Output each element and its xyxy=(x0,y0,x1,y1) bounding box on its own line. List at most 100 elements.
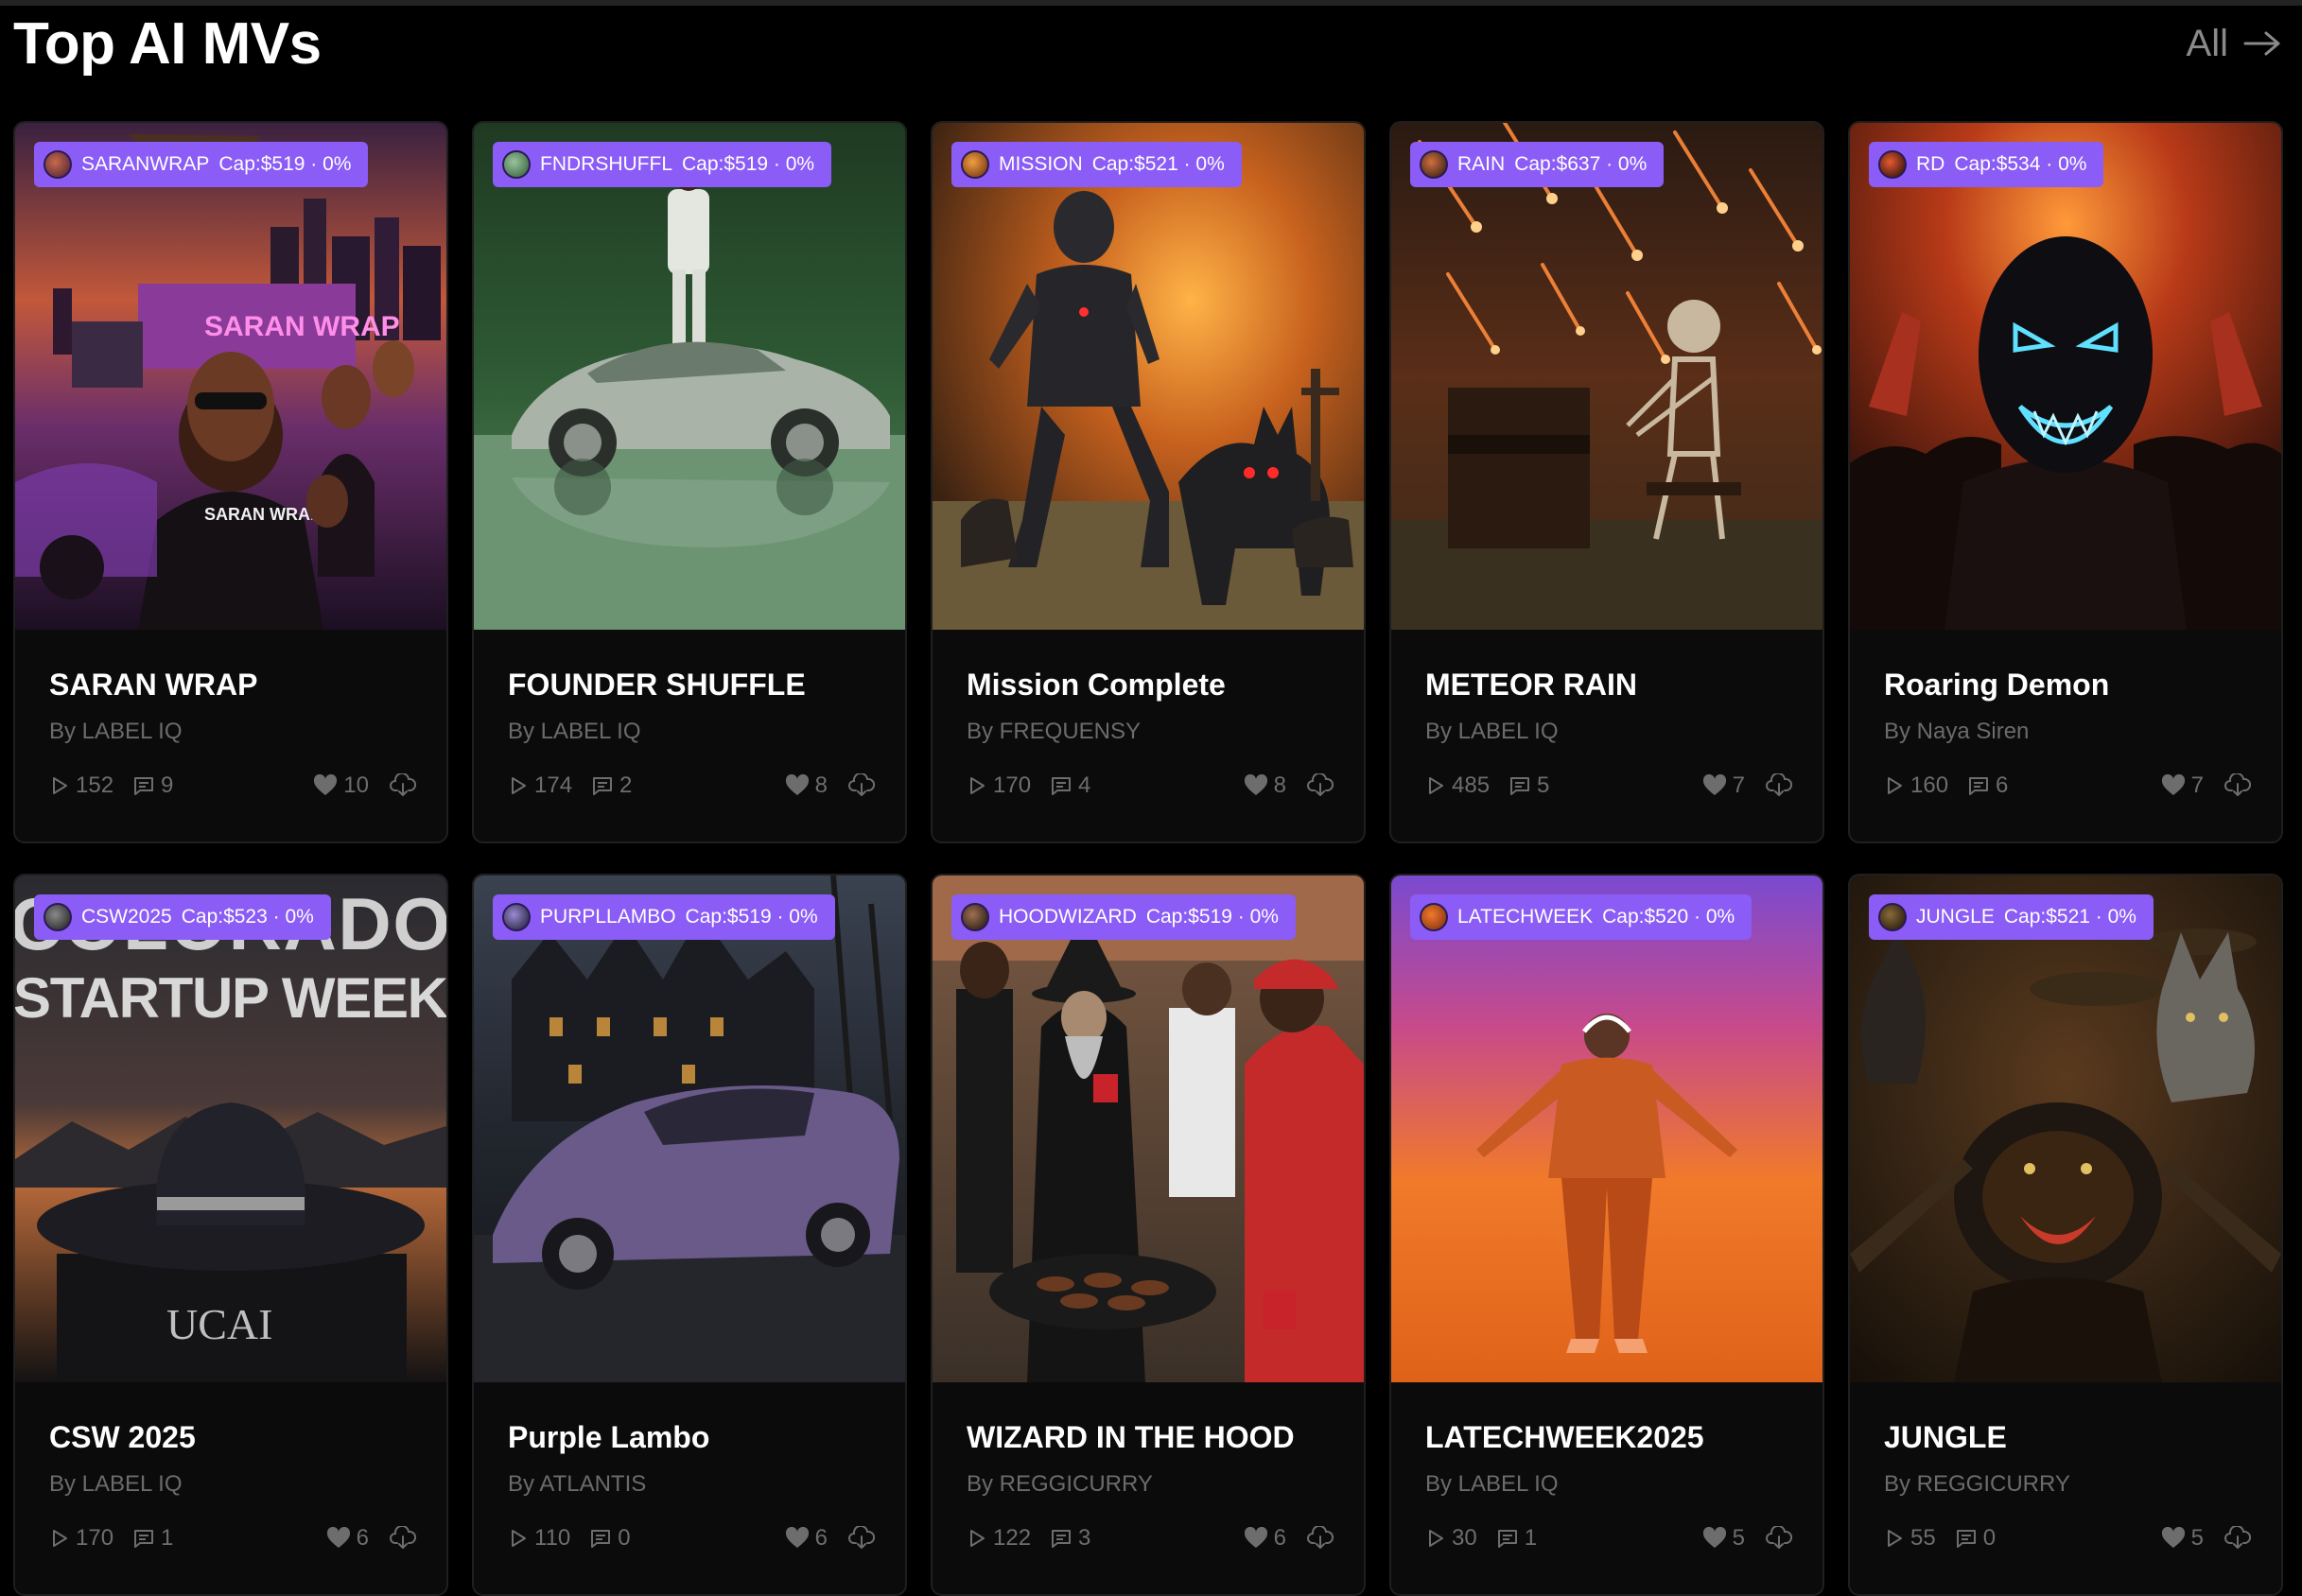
mv-thumbnail[interactable]: JUNGLE Cap:$521 · 0% xyxy=(1850,876,2281,1382)
mv-title[interactable]: JUNGLE xyxy=(1884,1422,2007,1452)
download-icon xyxy=(2224,773,2251,798)
download-button[interactable] xyxy=(2224,1526,2251,1551)
mv-title[interactable]: Mission Complete xyxy=(967,669,1226,700)
mv-author[interactable]: By FREQUENSY xyxy=(967,720,1141,743)
comment-count[interactable]: 1 xyxy=(132,1525,173,1552)
mv-author[interactable]: By REGGICURRY xyxy=(967,1473,1153,1496)
token-badge[interactable]: PURPLLAMBO Cap:$519 · 0% xyxy=(493,894,835,940)
like-button[interactable]: 10 xyxy=(313,772,369,799)
download-icon xyxy=(848,773,875,798)
mv-title[interactable]: LATECHWEEK2025 xyxy=(1425,1422,1704,1452)
mv-card[interactable]: PURPLLAMBO Cap:$519 · 0% Purple Lambo By… xyxy=(472,874,907,1596)
token-badge[interactable]: RAIN Cap:$637 · 0% xyxy=(1410,142,1665,187)
mv-author[interactable]: By LABEL IQ xyxy=(49,720,183,743)
mv-thumbnail[interactable]: SARAN WRAP SARAN WRAP SARANWRAP Cap:$519… xyxy=(15,123,446,630)
like-button[interactable]: 6 xyxy=(785,1525,828,1552)
download-button[interactable] xyxy=(390,773,416,798)
mv-title[interactable]: FOUNDER SHUFFLE xyxy=(508,669,806,700)
mv-thumbnail[interactable]: COLORADO STARTUP WEEK UCAI CSW2025 Cap:$… xyxy=(15,876,446,1382)
token-symbol: RD xyxy=(1916,153,1945,175)
download-button[interactable] xyxy=(1766,1526,1792,1551)
like-button[interactable]: 5 xyxy=(1702,1525,1745,1552)
mv-author[interactable]: By LABEL IQ xyxy=(1425,720,1559,743)
like-button[interactable]: 7 xyxy=(1702,772,1745,799)
comment-icon xyxy=(1496,1528,1519,1549)
comment-count[interactable]: 0 xyxy=(589,1525,631,1552)
mv-card[interactable]: HOODWIZARD Cap:$519 · 0% WIZARD IN THE H… xyxy=(931,874,1366,1596)
heart-icon xyxy=(2161,774,2186,797)
like-button[interactable]: 5 xyxy=(2161,1525,2204,1552)
mv-card[interactable]: LATECHWEEK Cap:$520 · 0% LATECHWEEK2025 … xyxy=(1389,874,1824,1596)
view-all-link[interactable]: All xyxy=(2187,25,2281,62)
mv-card[interactable]: JUNGLE Cap:$521 · 0% JUNGLE By REGGICURR… xyxy=(1848,874,2283,1596)
token-cap: Cap:$534 · 0% xyxy=(1954,153,2087,175)
mv-stats: 122 3 6 xyxy=(967,1524,1334,1553)
comment-count[interactable]: 9 xyxy=(132,772,173,799)
like-button[interactable]: 8 xyxy=(785,772,828,799)
token-symbol: SARANWRAP xyxy=(81,153,210,175)
comment-count[interactable]: 3 xyxy=(1050,1525,1090,1552)
mv-author[interactable]: By REGGICURRY xyxy=(1884,1473,2070,1496)
comment-count[interactable]: 4 xyxy=(1050,772,1090,799)
token-badge[interactable]: SARANWRAP Cap:$519 · 0% xyxy=(34,142,369,187)
comment-count[interactable]: 2 xyxy=(591,772,632,799)
mv-author[interactable]: By LABEL IQ xyxy=(508,720,641,743)
mv-thumbnail[interactable]: PURPLLAMBO Cap:$519 · 0% xyxy=(474,876,905,1382)
download-button[interactable] xyxy=(848,1526,875,1551)
token-avatar xyxy=(1878,903,1907,931)
download-button[interactable] xyxy=(1766,773,1792,798)
mv-card[interactable]: SARAN WRAP SARAN WRAP SARANWRAP Cap:$519… xyxy=(13,121,448,843)
token-cap: Cap:$520 · 0% xyxy=(1602,906,1735,928)
mv-title[interactable]: SARAN WRAP xyxy=(49,669,257,700)
mv-thumbnail[interactable]: FNDRSHUFFL Cap:$519 · 0% xyxy=(474,123,905,630)
download-button[interactable] xyxy=(848,773,875,798)
token-badge[interactable]: RD Cap:$534 · 0% xyxy=(1869,142,2104,187)
token-symbol: CSW2025 xyxy=(81,906,172,928)
mv-thumbnail[interactable]: MISSION Cap:$521 · 0% xyxy=(933,123,1364,630)
token-symbol: JUNGLE xyxy=(1916,906,1995,928)
like-button[interactable]: 6 xyxy=(326,1525,369,1552)
like-count-value: 5 xyxy=(2190,1525,2204,1551)
mv-title[interactable]: Purple Lambo xyxy=(508,1422,709,1452)
token-badge[interactable]: FNDRSHUFFL Cap:$519 · 0% xyxy=(493,142,832,187)
token-badge[interactable]: HOODWIZARD Cap:$519 · 0% xyxy=(951,894,1296,940)
mv-card[interactable]: FNDRSHUFFL Cap:$519 · 0% FOUNDER SHUFFLE… xyxy=(472,121,907,843)
download-button[interactable] xyxy=(1307,773,1334,798)
mv-thumbnail[interactable]: HOODWIZARD Cap:$519 · 0% xyxy=(933,876,1364,1382)
token-avatar xyxy=(502,150,531,179)
token-badge[interactable]: CSW2025 Cap:$523 · 0% xyxy=(34,894,331,940)
mv-author[interactable]: By Naya Siren xyxy=(1884,720,2029,743)
comment-count[interactable]: 1 xyxy=(1496,1525,1537,1552)
mv-thumbnail[interactable]: RD Cap:$534 · 0% xyxy=(1850,123,2281,630)
mv-title[interactable]: WIZARD IN THE HOOD xyxy=(967,1422,1295,1452)
token-badge[interactable]: JUNGLE Cap:$521 · 0% xyxy=(1869,894,2154,940)
mv-title[interactable]: CSW 2025 xyxy=(49,1422,196,1452)
mv-card[interactable]: RAIN Cap:$637 · 0% METEOR RAIN By LABEL … xyxy=(1389,121,1824,843)
mv-card[interactable]: RD Cap:$534 · 0% Roaring Demon By Naya S… xyxy=(1848,121,2283,843)
download-button[interactable] xyxy=(2224,773,2251,798)
download-button[interactable] xyxy=(390,1526,416,1551)
play-count: 174 xyxy=(508,772,572,799)
comment-count[interactable]: 5 xyxy=(1509,772,1549,799)
like-button[interactable]: 8 xyxy=(1244,772,1286,799)
like-button[interactable]: 6 xyxy=(1244,1525,1286,1552)
mv-author[interactable]: By LABEL IQ xyxy=(1425,1473,1559,1496)
mv-author[interactable]: By ATLANTIS xyxy=(508,1473,646,1496)
mv-thumbnail[interactable]: RAIN Cap:$637 · 0% xyxy=(1391,123,1822,630)
mv-title[interactable]: METEOR RAIN xyxy=(1425,669,1637,700)
mv-stats: 174 2 8 xyxy=(508,772,875,800)
play-count-value: 110 xyxy=(534,1525,571,1551)
download-button[interactable] xyxy=(1307,1526,1334,1551)
mv-card[interactable]: COLORADO STARTUP WEEK UCAI CSW2025 Cap:$… xyxy=(13,874,448,1596)
comment-count[interactable]: 6 xyxy=(1967,772,2008,799)
like-button[interactable]: 7 xyxy=(2161,772,2204,799)
token-badge[interactable]: LATECHWEEK Cap:$520 · 0% xyxy=(1410,894,1753,940)
comment-count-value: 6 xyxy=(1996,772,2009,798)
mv-title[interactable]: Roaring Demon xyxy=(1884,669,2109,700)
mv-card[interactable]: MISSION Cap:$521 · 0% Mission Complete B… xyxy=(931,121,1366,843)
comment-count[interactable]: 0 xyxy=(1955,1525,1996,1552)
play-count: 110 xyxy=(508,1525,570,1552)
mv-author[interactable]: By LABEL IQ xyxy=(49,1473,183,1496)
mv-thumbnail[interactable]: LATECHWEEK Cap:$520 · 0% xyxy=(1391,876,1822,1382)
token-badge[interactable]: MISSION Cap:$521 · 0% xyxy=(951,142,1242,187)
